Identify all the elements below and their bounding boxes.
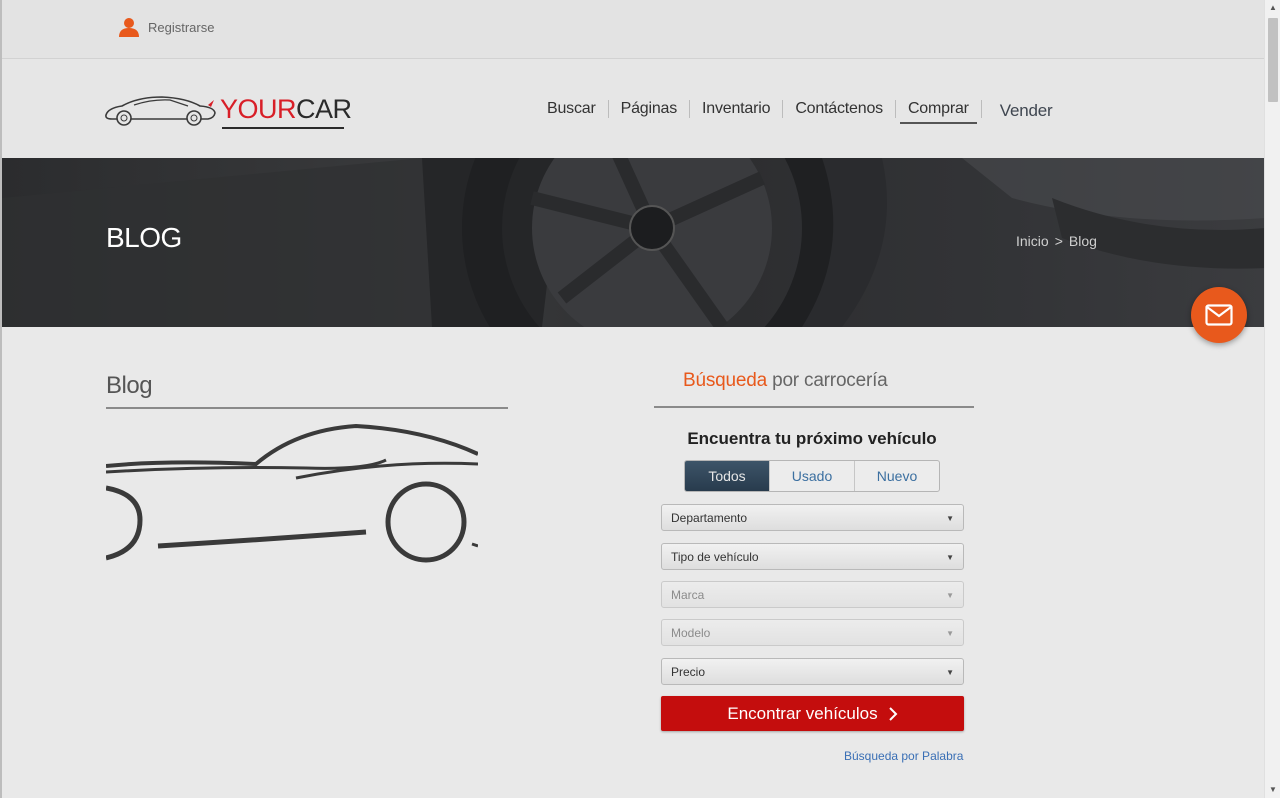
caret-down-icon: ▼ — [946, 629, 954, 638]
brand-select[interactable]: Marca ▼ — [661, 581, 964, 608]
contact-mail-button[interactable] — [1191, 287, 1247, 343]
caret-down-icon: ▼ — [946, 514, 954, 523]
nav-inventario[interactable]: Inventario — [690, 100, 782, 118]
mail-icon — [1205, 304, 1233, 326]
logo-part-your: YOUR — [220, 93, 297, 124]
caret-down-icon: ▼ — [946, 553, 954, 562]
user-icon — [118, 17, 140, 37]
car-silhouette-image — [106, 423, 478, 563]
logo-part-car: CAR — [296, 93, 352, 124]
nav-comprar[interactable]: Comprar — [896, 100, 981, 124]
find-vehicles-button[interactable]: Encontrar vehículos — [661, 696, 964, 731]
breadcrumb-current: Blog — [1068, 233, 1097, 249]
search-heading-rest: por carrocería — [772, 370, 888, 391]
caret-down-icon: ▼ — [946, 668, 954, 677]
page-banner: BLOG Inicio > Blog — [2, 158, 1264, 327]
chevron-right-icon — [888, 706, 898, 721]
nav-vender[interactable]: Vender — [988, 101, 1065, 121]
condition-tabs: Todos Usado Nuevo — [684, 460, 940, 492]
main-nav: Buscar Páginas Inventario Contáctenos Co… — [535, 99, 1065, 124]
search-subtitle: Encuentra tu próximo vehículo — [687, 429, 937, 448]
site-logo[interactable]: YOURCAR — [104, 91, 352, 129]
brand-select-value: Marca — [671, 588, 705, 602]
scroll-down-arrow[interactable]: ▼ — [1265, 782, 1280, 798]
logo-text: YOURCAR — [220, 93, 352, 124]
search-heading-accent: Búsqueda — [683, 370, 767, 391]
car-logo-icon — [105, 96, 216, 126]
caret-down-icon: ▼ — [946, 591, 954, 600]
nav-buscar[interactable]: Buscar — [535, 100, 608, 118]
scroll-up-arrow[interactable]: ▲ — [1265, 0, 1280, 16]
logo-underline — [222, 127, 344, 129]
vertical-scrollbar[interactable]: ▲ ▼ — [1264, 0, 1280, 798]
nav-paginas[interactable]: Páginas — [609, 100, 689, 118]
tab-nuevo[interactable]: Nuevo — [854, 461, 939, 491]
vehicle-type-select-value: Tipo de vehículo — [671, 550, 759, 564]
vehicle-type-select[interactable]: Tipo de vehículo ▼ — [661, 543, 964, 570]
model-select[interactable]: Modelo ▼ — [661, 619, 964, 646]
keyword-search-link[interactable]: Búsqueda por Palabra — [844, 749, 963, 763]
blog-heading: Blog — [106, 372, 153, 399]
search-heading: Búsqueda por carrocería — [683, 370, 888, 392]
price-select[interactable]: Precio ▼ — [661, 658, 964, 685]
search-divider — [654, 406, 974, 408]
model-select-value: Modelo — [671, 626, 711, 640]
page-title: BLOG — [106, 222, 182, 253]
tab-todos[interactable]: Todos — [685, 461, 769, 491]
page: Registrarse YOURCAR Buscar Páginas Inven… — [0, 0, 1264, 798]
departamento-select-value: Departamento — [671, 511, 748, 525]
price-select-value: Precio — [671, 665, 706, 679]
register-link[interactable]: Registrarse — [118, 17, 214, 37]
breadcrumb-separator: > — [1054, 233, 1063, 249]
breadcrumb: Inicio > Blog — [1016, 233, 1097, 249]
find-vehicles-label: Encontrar vehículos — [727, 703, 878, 723]
nav-contactenos[interactable]: Contáctenos — [783, 100, 895, 118]
register-label: Registrarse — [148, 19, 215, 35]
tab-usado[interactable]: Usado — [769, 461, 854, 491]
scroll-thumb[interactable] — [1268, 18, 1278, 102]
top-bar: Registrarse — [2, 0, 1264, 59]
site-header: YOURCAR Buscar Páginas Inventario Contác… — [2, 59, 1264, 158]
blog-divider — [106, 407, 508, 409]
departamento-select[interactable]: Departamento ▼ — [661, 504, 964, 531]
nav-divider — [980, 100, 982, 118]
breadcrumb-home[interactable]: Inicio — [1016, 233, 1049, 249]
